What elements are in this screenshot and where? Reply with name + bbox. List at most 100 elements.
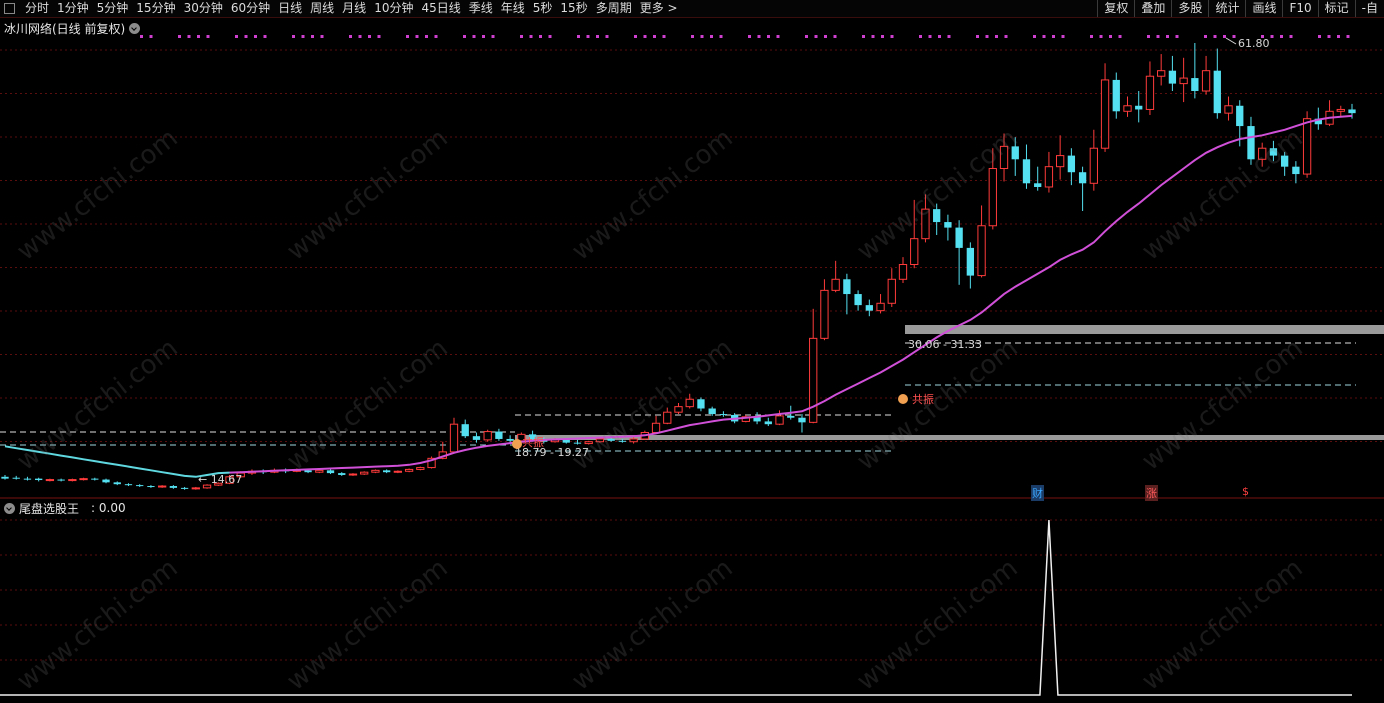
candle-body-down — [461, 424, 469, 437]
candle-body-down — [764, 421, 772, 425]
dot-marker — [520, 35, 523, 38]
adjust-button[interactable]: 复权 — [1097, 0, 1134, 17]
candle-body-up — [876, 302, 885, 312]
period-tab[interactable]: 30分钟 — [180, 0, 227, 17]
candle-body-up — [584, 441, 593, 445]
period-tab[interactable]: 5分钟 — [93, 0, 133, 17]
dot-marker — [1175, 35, 1179, 38]
indicator-title-row: 尾盘选股王 : 0.00 — [4, 500, 126, 517]
candle-body-up — [1089, 147, 1098, 184]
candle-body-down — [1078, 172, 1087, 184]
dot-marker — [1280, 35, 1283, 38]
dot-marker — [985, 35, 989, 38]
period-tab[interactable]: 10分钟 — [370, 0, 417, 17]
panel-toggle-icon[interactable] — [4, 3, 15, 14]
indicator-name[interactable]: 尾盘选股王 — [19, 500, 79, 517]
candle-body-down — [966, 247, 974, 276]
dot-marker — [349, 35, 352, 38]
period-tab[interactable]: 1分钟 — [53, 0, 93, 17]
candle-body-down — [113, 482, 121, 485]
overlay-button[interactable]: 叠加 — [1134, 0, 1171, 17]
period-tab[interactable]: 45日线 — [417, 0, 464, 17]
candle-body-down — [506, 438, 514, 441]
dot-marker — [1061, 35, 1065, 38]
dot-marker — [748, 35, 751, 38]
dollar-badge[interactable]: $ — [1241, 485, 1250, 498]
candle-body-up — [1044, 166, 1054, 188]
dot-marker — [1052, 35, 1055, 38]
candle-body-up — [79, 478, 88, 481]
dot-marker — [434, 35, 438, 38]
period-tab[interactable]: 月线 — [338, 0, 370, 17]
self-button[interactable]: -自 — [1354, 0, 1384, 17]
period-tab-daily[interactable]: 日线 — [274, 0, 306, 17]
candle-body-down — [562, 439, 570, 443]
f10-button[interactable]: F10 — [1282, 0, 1317, 17]
dot-marker — [919, 35, 922, 38]
dot-marker — [482, 35, 485, 38]
candle-body-up — [887, 278, 896, 304]
draw-line-button[interactable]: 画线 — [1245, 0, 1282, 17]
candle-body-down — [91, 478, 99, 480]
more-menu[interactable]: 更多 > — [636, 0, 682, 17]
period-tab[interactable]: 60分钟 — [227, 0, 274, 17]
dot-marker — [719, 35, 723, 38]
dot-marker — [1223, 35, 1226, 38]
dot-marker — [947, 35, 951, 38]
period-tab[interactable]: 周线 — [306, 0, 338, 17]
candle-body-up — [809, 337, 818, 423]
rise-badge[interactable]: 涨 — [1145, 485, 1158, 501]
candle-body-down — [708, 408, 716, 415]
period-tab[interactable]: 15秒 — [556, 0, 591, 17]
candle-body-down — [57, 479, 65, 481]
stats-button[interactable]: 统计 — [1208, 0, 1245, 17]
period-tab[interactable]: 15分钟 — [132, 0, 179, 17]
period-tab[interactable]: 分时 — [21, 0, 53, 17]
dot-marker — [577, 35, 580, 38]
dot-marker — [1033, 35, 1036, 38]
dot-marker — [1109, 35, 1112, 38]
multi-stock-button[interactable]: 多股 — [1171, 0, 1208, 17]
kline-chart[interactable]: ← 14.6761.8030.06 - 31.3318.79 - 19.27共振… — [0, 17, 1384, 703]
dot-marker — [1327, 35, 1331, 38]
candle-body-up — [674, 406, 683, 413]
dot-marker — [757, 35, 761, 38]
candle-body-down — [1, 476, 9, 479]
candle-body-down — [798, 417, 806, 423]
dot-marker — [862, 35, 865, 38]
dot-marker — [244, 35, 248, 38]
multi-period-tab[interactable]: 多周期 — [592, 0, 636, 17]
finance-badge[interactable]: 财 — [1031, 485, 1044, 501]
period-tab[interactable]: 年线 — [497, 0, 529, 17]
dot-marker — [833, 35, 837, 38]
dot-marker — [358, 35, 362, 38]
candle-body-down — [843, 279, 851, 295]
candle-body-up — [1336, 108, 1345, 112]
dot-marker — [187, 35, 191, 38]
candle-body-up — [820, 289, 829, 339]
candle-body-up — [595, 438, 605, 443]
candle-body-up — [1179, 77, 1188, 85]
candle-body-down — [573, 442, 582, 444]
mark-button[interactable]: 标记 — [1317, 0, 1355, 17]
candle-body-up — [1258, 147, 1267, 160]
dot-marker — [1289, 35, 1293, 38]
dot-marker — [463, 35, 466, 38]
period-tab[interactable]: 季线 — [465, 0, 497, 17]
candle-body-up — [348, 473, 358, 476]
dot-marker — [406, 35, 409, 38]
chevron-down-icon[interactable] — [4, 502, 15, 514]
period-tab[interactable]: 5秒 — [529, 0, 557, 17]
chevron-down-icon[interactable] — [129, 22, 141, 34]
dot-marker — [995, 35, 998, 38]
candle-body-up — [921, 208, 930, 240]
dot-marker — [1337, 35, 1340, 38]
hand-icon — [898, 394, 908, 404]
dot-marker — [263, 35, 267, 38]
candle-body-down — [1281, 155, 1289, 167]
candle-body-up — [775, 415, 784, 425]
dot-marker — [824, 35, 827, 38]
dot-marker — [767, 35, 770, 38]
candle-body-up — [910, 238, 919, 266]
dot-marker — [691, 35, 694, 38]
